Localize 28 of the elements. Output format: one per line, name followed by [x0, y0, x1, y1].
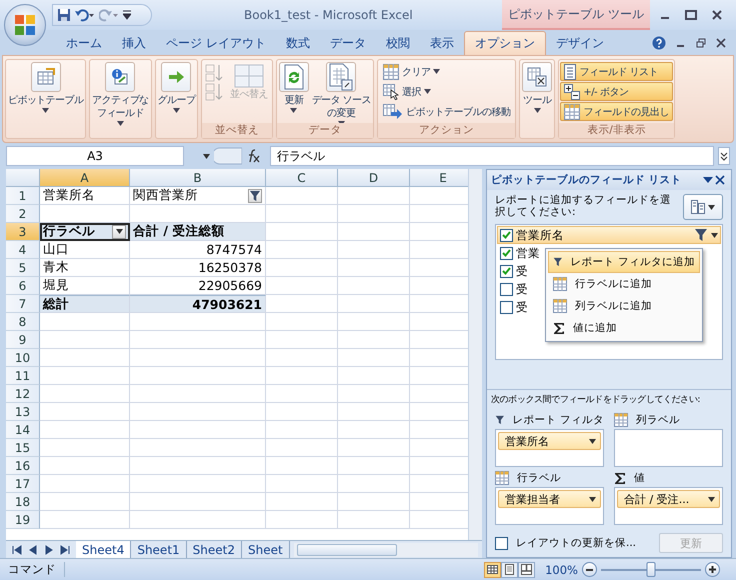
- table-cell: 総計: [40, 295, 130, 313]
- area-label: レポート フィルタ: [512, 413, 604, 427]
- zoom-level: 100%: [545, 562, 578, 576]
- status-mode: コマンド: [0, 562, 65, 577]
- table-cell: 堀見: [40, 277, 130, 295]
- group-label: 表示/非表示: [559, 123, 674, 138]
- table-cell: 8747574: [130, 241, 266, 259]
- instruction-text: レポートに追加するフィールドを選択してください:: [495, 194, 672, 218]
- group-label: 並べ替え: [202, 123, 272, 138]
- table-cell: 合計 / 受注総額: [130, 223, 266, 241]
- table-cell: 行ラベル: [40, 223, 130, 241]
- area-label: 行ラベル: [517, 471, 561, 485]
- pane-title: ピボットテーブルのフィールド リスト: [491, 173, 682, 187]
- instruction-text: 次のボックス間でフィールドをドラッグしてください:: [491, 394, 700, 407]
- table-cell: 22905669: [130, 277, 266, 295]
- table-cell: 山口: [40, 241, 130, 259]
- table-cell: 青木: [40, 259, 130, 277]
- group-label: データ: [276, 123, 373, 138]
- table-cell: 47903621: [130, 295, 266, 313]
- table-cell: 16250378: [130, 259, 266, 277]
- checkbox-label: レイアウトの更新を保...: [516, 536, 638, 550]
- table-cell: 営業所名: [40, 187, 130, 205]
- group-label: アクション: [378, 123, 516, 138]
- context-tab-title: ピボットテーブル ツール: [502, 0, 650, 30]
- area-label: 列ラベル: [636, 413, 680, 427]
- area-label: 値: [634, 471, 645, 485]
- window-title: Book1_test - Microsoft Excel: [244, 8, 413, 22]
- table-cell: 関西営業所: [130, 187, 266, 205]
